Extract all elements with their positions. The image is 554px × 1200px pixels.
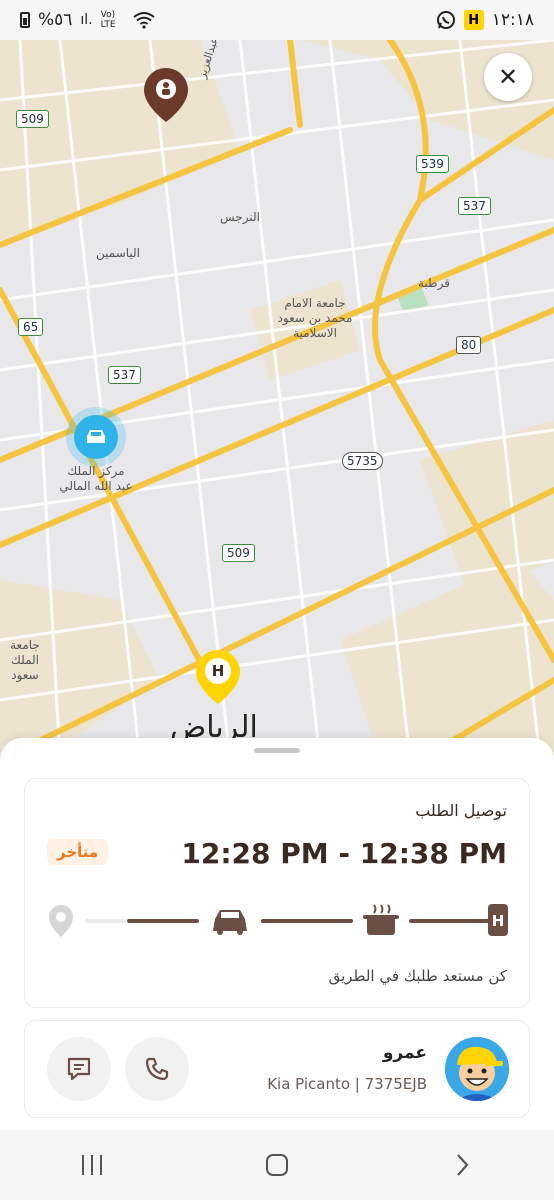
car-icon [213, 910, 247, 935]
order-status-card: توصيل الطلب 12:28 PM - 12:38 PM متأخر H … [24, 778, 530, 1008]
home-button[interactable] [247, 1135, 307, 1195]
road-shield: 5735 [342, 452, 383, 470]
network-text: Vo) LTE [100, 10, 116, 30]
map-label-qurtubah: قرطبة [418, 276, 450, 290]
battery-icon [20, 12, 30, 28]
eta-time: 12:28 PM - 12:38 PM [181, 837, 507, 870]
avatar-face-icon [445, 1037, 509, 1101]
driver-vehicle: Kia Picanto | 7375EJB [267, 1075, 427, 1093]
driver-avatar [445, 1037, 509, 1101]
chat-button[interactable] [47, 1037, 111, 1101]
status-time: ١٢:١٨ [491, 10, 534, 30]
status-message: كن مستعد طلبك في الطريق [328, 967, 507, 985]
status-left: %٥٦ ıl. Vo) LTE [20, 10, 155, 30]
road-shield: 509 [16, 110, 49, 128]
system-nav-bar [0, 1130, 554, 1200]
map-label-narjis: النرجس [220, 210, 260, 224]
app-notification-icon: H [463, 10, 484, 30]
map-label-imam-university: جامعة الامام محمد بن سعود الاسلامية [277, 296, 353, 340]
road-shield: 537 [458, 197, 491, 215]
destination-marker-icon[interactable] [144, 68, 188, 124]
map-label-ksu: جامعة الملك سعود [10, 638, 40, 682]
restaurant-step-icon: H [488, 904, 508, 936]
status-bar: %٥٦ ıl. Vo) LTE H ١٢:١٨ [0, 0, 554, 40]
wifi-icon [133, 12, 155, 29]
road-shield: 539 [416, 155, 449, 173]
map-canvas [0, 40, 554, 760]
order-bottom-sheet: توصيل الطلب 12:28 PM - 12:38 PM متأخر H … [0, 738, 554, 1130]
phone-icon [145, 1057, 169, 1081]
map-label-yasmin: الياسمين [96, 246, 141, 260]
order-title: توصيل الطلب [415, 801, 507, 820]
driver-car-marker-icon[interactable] [84, 427, 108, 447]
recents-button[interactable] [62, 1135, 122, 1195]
back-button[interactable] [432, 1135, 492, 1195]
status-right: H ١٢:١٨ [436, 10, 534, 30]
sheet-drag-handle[interactable] [254, 748, 300, 753]
map-view[interactable]: H الياسمين النرجس قرطبة جامعة الامام محم… [0, 40, 554, 760]
restaurant-marker-icon[interactable]: H [208, 661, 228, 681]
late-badge: متأخر [47, 839, 109, 865]
signal-icon: ıl. [80, 12, 93, 28]
delivery-progress [49, 904, 501, 937]
home-icon [265, 1154, 288, 1176]
recents-icon [82, 1155, 103, 1175]
map-label-kafd: مركز الملك عبد الله المالي [59, 464, 133, 493]
road-shield: 65 [18, 318, 44, 336]
chat-icon [67, 1057, 91, 1081]
road-shield: 80 [456, 336, 482, 354]
call-button[interactable] [125, 1037, 189, 1101]
close-button[interactable]: ✕ [484, 53, 532, 101]
svg-text:H: H [492, 912, 505, 930]
battery-text: %٥٦ [38, 10, 73, 30]
chevron-right-icon [456, 1154, 469, 1176]
whatsapp-icon [436, 11, 455, 29]
road-shield: 537 [108, 366, 141, 384]
driver-name: عمرو [382, 1043, 427, 1063]
road-shield: 509 [222, 544, 255, 562]
food-pot-icon [363, 904, 399, 935]
driver-card: عمرو Kia Picanto | 7375EJB [24, 1020, 530, 1118]
pin-icon [49, 905, 73, 937]
